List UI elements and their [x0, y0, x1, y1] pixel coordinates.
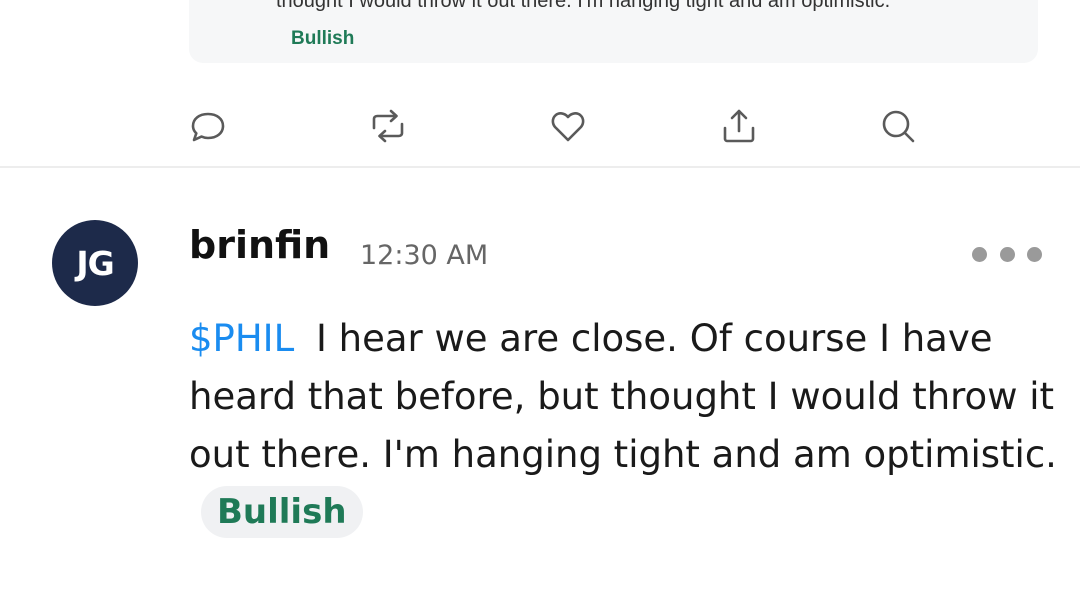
more-dot-icon — [999, 246, 1015, 262]
search-post-button[interactable] — [874, 100, 922, 152]
avatar[interactable]: JG — [52, 220, 138, 306]
comment-icon — [191, 112, 225, 142]
share-button[interactable] — [715, 100, 763, 152]
more-dot-icon — [1027, 246, 1042, 262]
post-action-bar — [0, 100, 1080, 152]
like-button[interactable] — [544, 100, 592, 152]
quoted-post-text: thought I would throw it out there. I'm … — [276, 0, 891, 12]
quoted-post-card[interactable]: thought I would throw it out there. I'm … — [189, 0, 1038, 63]
more-options-button[interactable] — [972, 240, 1042, 268]
search-icon — [882, 110, 915, 143]
share-icon — [723, 109, 755, 143]
reply-button[interactable] — [184, 100, 232, 152]
heart-icon — [551, 112, 585, 142]
cashtag-link[interactable]: $PHIL — [189, 317, 294, 360]
post-timestamp[interactable]: 12:30 AM — [360, 240, 488, 271]
post-body: $PHIL I hear we are close. Of course I h… — [189, 310, 1059, 542]
repost-icon — [372, 109, 404, 143]
username[interactable]: brinfin — [189, 223, 330, 267]
quoted-sentiment-badge: Bullish — [291, 28, 355, 49]
avatar-initials: JG — [76, 243, 114, 283]
post-message: I hear we are close. Of course I have he… — [189, 317, 1057, 476]
repost-button[interactable] — [364, 100, 412, 152]
sentiment-badge: Bullish — [201, 486, 363, 538]
post-divider — [0, 166, 1080, 168]
more-dot-icon — [972, 246, 987, 262]
stream-view: thought I would throw it out there. I'm … — [0, 0, 1080, 608]
